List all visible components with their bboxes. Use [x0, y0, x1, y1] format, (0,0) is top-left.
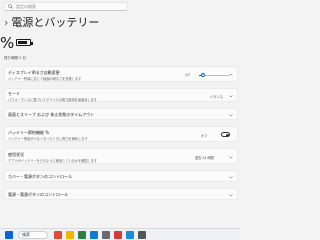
- page-title: › 電源とバッテリー: [4, 14, 99, 30]
- chevron-down-icon[interactable]: [229, 113, 233, 117]
- brightness-slider-thumb[interactable]: [201, 73, 206, 77]
- search-placeholder: 設定の検索: [16, 3, 36, 9]
- lid-controls-title: カバー・電源ボタンのコントロール: [8, 174, 72, 179]
- chevron-down-icon[interactable]: [229, 155, 233, 159]
- taskbar: 検索: [0, 228, 240, 240]
- power-mode-subtitle: パフォーマンスに基づいてデバイスの電力使用を最適化します: [8, 98, 97, 102]
- app-icon[interactable]: [102, 231, 110, 239]
- battery-percent: %: [0, 34, 15, 52]
- brightness-value: 1/7: [185, 73, 191, 77]
- app-icon[interactable]: [54, 231, 62, 239]
- browser-icon[interactable]: [90, 231, 98, 239]
- battery-saver-toggle[interactable]: [221, 132, 230, 137]
- settings-search-input[interactable]: 設定の検索: [4, 2, 128, 11]
- battery-usage-card[interactable]: 使用状況 アプリがバッテリーをどのように使用しているかを確認します 過去 24 …: [4, 148, 238, 164]
- screen-sleep-title: 画面とスリープ および 休止状態のタイムアウト: [8, 112, 95, 117]
- battery-usage-value: 過去 24 時間: [195, 156, 214, 160]
- power-button-title: 電源・電源ボタンのコントロール: [8, 192, 68, 197]
- battery-saver-card[interactable]: バッテリー節約機能 % バッテリー残量が少なくなったときに電力を節約します オフ: [4, 126, 238, 142]
- settings-icon[interactable]: [138, 231, 146, 239]
- taskbar-search-label: 検索: [22, 232, 30, 237]
- file-explorer-icon[interactable]: [66, 231, 74, 239]
- screen-sleep-card[interactable]: 画面とスリープ および 休止状態のタイムアウト: [4, 108, 238, 120]
- search-icon: [8, 4, 13, 9]
- app-icon[interactable]: [114, 231, 122, 239]
- chevron-down-icon[interactable]: [229, 175, 233, 179]
- app-icon[interactable]: [78, 231, 86, 239]
- chevron-down-icon[interactable]: [229, 193, 233, 197]
- battery-fill: [18, 41, 27, 44]
- start-icon[interactable]: [5, 231, 13, 239]
- brightness-card: ディスプレイ明るさ自動変更 バッテリー残量に応じて画面の明るさを変更します 1/…: [4, 66, 238, 82]
- battery-estimate: 残り時間 2 分: [4, 56, 26, 60]
- power-mode-card[interactable]: モード パフォーマンスに基づいてデバイスの電力使用を最適化します バランス: [4, 88, 238, 102]
- battery-usage-subtitle: アプリがバッテリーをどのように使用しているかを確認します: [8, 159, 98, 163]
- battery-saver-subtitle: バッテリー残量が少なくなったときに電力を節約します: [8, 137, 88, 141]
- brightness-subtitle: バッテリー残量に応じて画面の明るさを変更します: [8, 77, 82, 81]
- taskbar-search[interactable]: 検索: [18, 231, 48, 239]
- lid-controls-card[interactable]: カバー・電源ボタンのコントロール: [4, 170, 238, 182]
- power-button-card[interactable]: 電源・電源ボタンのコントロール: [4, 188, 238, 200]
- app-icon[interactable]: [126, 231, 134, 239]
- breadcrumb-separator: ›: [4, 16, 9, 29]
- battery-saver-toggle-label: オフ: [201, 134, 208, 138]
- chevron-up-icon[interactable]: [229, 73, 233, 77]
- battery-icon: [16, 39, 33, 46]
- power-mode-value: バランス: [210, 95, 223, 99]
- page-title-text: 電源とバッテリー: [11, 16, 100, 29]
- chevron-down-icon[interactable]: [229, 94, 233, 98]
